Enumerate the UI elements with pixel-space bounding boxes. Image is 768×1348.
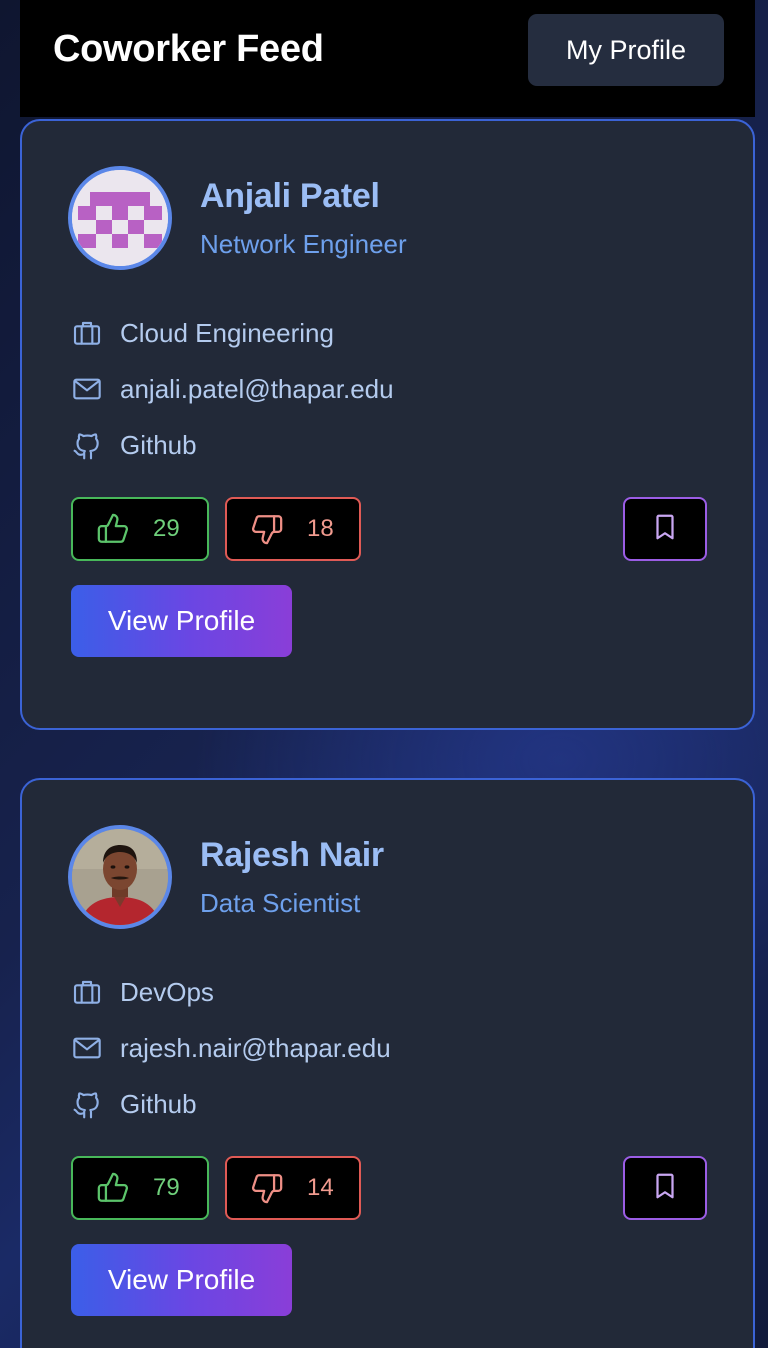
coworker-name: Rajesh Nair xyxy=(200,836,384,874)
thumbs-down-icon xyxy=(249,1170,285,1206)
coworker-role: Network Engineer xyxy=(200,229,407,259)
briefcase-icon xyxy=(70,316,104,350)
department-label: DevOps xyxy=(120,976,214,1007)
coworker-card: Rajesh Nair Data Scientist DevOps rajesh… xyxy=(20,778,755,1348)
bookmark-button[interactable] xyxy=(623,497,707,561)
dislike-count: 18 xyxy=(307,515,334,542)
like-count: 79 xyxy=(153,1174,180,1201)
top-bar: Coworker Feed My Profile xyxy=(20,0,755,117)
page-title: Coworker Feed xyxy=(53,28,324,70)
identicon-image xyxy=(72,170,168,266)
profile-photo xyxy=(72,829,168,925)
avatar[interactable] xyxy=(68,166,172,270)
dislike-button[interactable]: 18 xyxy=(225,497,361,561)
coworker-card: Anjali Patel Network Engineer Cloud Engi… xyxy=(20,119,755,730)
github-row: Github xyxy=(70,427,197,463)
bookmark-icon xyxy=(650,512,680,547)
bookmark-icon xyxy=(650,1171,680,1206)
github-row: Github xyxy=(70,1086,197,1122)
view-profile-button[interactable]: View Profile xyxy=(71,1244,292,1316)
like-button[interactable]: 29 xyxy=(71,497,209,561)
like-button[interactable]: 79 xyxy=(71,1156,209,1220)
thumbs-down-icon xyxy=(249,511,285,547)
my-profile-button[interactable]: My Profile xyxy=(528,14,724,86)
coworker-name: Anjali Patel xyxy=(200,177,380,215)
email-row: rajesh.nair@thapar.edu xyxy=(70,1030,391,1066)
github-link[interactable]: Github xyxy=(120,430,197,461)
github-icon xyxy=(70,1087,104,1121)
avatar[interactable] xyxy=(68,825,172,929)
github-icon xyxy=(70,428,104,462)
thumbs-up-icon xyxy=(95,1170,131,1206)
thumbs-up-icon xyxy=(95,511,131,547)
department-label: Cloud Engineering xyxy=(120,317,334,348)
mail-icon xyxy=(70,372,104,406)
view-profile-button[interactable]: View Profile xyxy=(71,585,292,657)
dislike-button[interactable]: 14 xyxy=(225,1156,361,1220)
department-row: Cloud Engineering xyxy=(70,315,334,351)
briefcase-icon xyxy=(70,975,104,1009)
department-row: DevOps xyxy=(70,974,214,1010)
mail-icon xyxy=(70,1031,104,1065)
like-count: 29 xyxy=(153,515,180,542)
github-link[interactable]: Github xyxy=(120,1089,197,1120)
dislike-count: 14 xyxy=(307,1174,334,1201)
email-link[interactable]: anjali.patel@thapar.edu xyxy=(120,374,394,405)
email-row: anjali.patel@thapar.edu xyxy=(70,371,394,407)
coworker-role: Data Scientist xyxy=(200,888,361,918)
email-link[interactable]: rajesh.nair@thapar.edu xyxy=(120,1033,391,1064)
bookmark-button[interactable] xyxy=(623,1156,707,1220)
